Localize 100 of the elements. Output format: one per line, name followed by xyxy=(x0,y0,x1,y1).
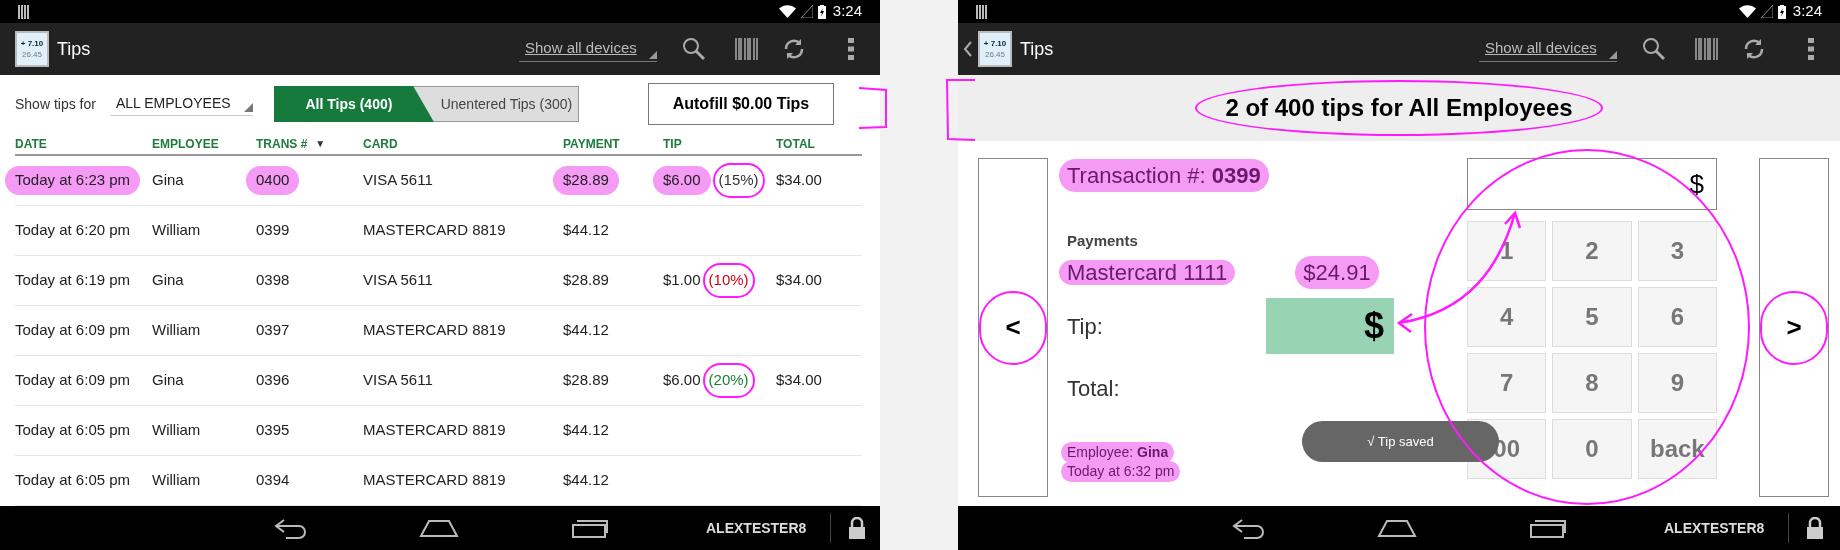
filter-tab[interactable]: All Tips (400) xyxy=(273,86,434,122)
table-cell-text: William xyxy=(152,420,201,441)
payment-card: Mastercard 1111 xyxy=(1059,259,1236,285)
search-icon[interactable] xyxy=(682,37,706,61)
column-header: TOTAL xyxy=(776,135,815,153)
table-cell-text: $28.89 xyxy=(563,270,609,291)
wifi-icon xyxy=(778,5,796,18)
battery-icon xyxy=(817,4,826,19)
table-cell-text: VISA 5611 xyxy=(363,170,433,191)
total-label: Total: xyxy=(1067,374,1120,403)
app-title: Tips xyxy=(57,37,91,61)
filter-label: Show tips for xyxy=(15,94,96,114)
employee-dropdown[interactable]: ALL EMPLOYEES xyxy=(109,92,253,116)
keypad-key[interactable]: 8 xyxy=(1552,353,1632,413)
next-button[interactable]: > xyxy=(1759,158,1829,497)
logo-text: 26.45 xyxy=(22,50,42,59)
user-name: ALEXTESTER8 xyxy=(1664,518,1765,538)
barcode-icon[interactable] xyxy=(735,38,759,60)
keypad-key[interactable]: 7 xyxy=(1467,353,1547,413)
summary-title: 2 of 400 tips for All Employees xyxy=(1195,80,1603,136)
refresh-icon[interactable] xyxy=(1742,37,1766,61)
table-cell-text: MASTERCARD 8819 xyxy=(363,320,506,341)
recent-apps-icon[interactable] xyxy=(570,518,610,538)
annotation-bracket xyxy=(946,79,976,141)
table-cell-text: VISA 5611 xyxy=(363,270,433,291)
table-cell-text: Gina xyxy=(152,370,184,391)
keypad-key[interactable]: 9 xyxy=(1637,353,1717,413)
barcode-icon[interactable] xyxy=(1695,38,1719,60)
previous-button[interactable]: < xyxy=(978,158,1048,497)
home-icon[interactable] xyxy=(1377,519,1417,537)
back-chevron-icon[interactable] xyxy=(963,41,973,57)
refresh-icon[interactable] xyxy=(782,37,806,61)
lock-icon[interactable] xyxy=(849,517,866,539)
dropdown-arrow-icon[interactable] xyxy=(1609,51,1617,59)
table-cell: Today at 6:23 pm xyxy=(5,166,141,195)
amount-input[interactable]: $ xyxy=(1467,158,1717,210)
table-cell-text: $34.00 xyxy=(776,170,822,191)
autofill-button[interactable]: Autofill $0.00 Tips xyxy=(647,83,834,125)
clock: 3:24 xyxy=(832,1,862,22)
table-cell-text: William xyxy=(152,220,201,241)
payment-amount: $24.91 xyxy=(1295,255,1379,289)
column-header: CARD xyxy=(363,135,398,153)
keypad-key[interactable]: 0 xyxy=(1552,419,1632,479)
table-cell-text: $6.00 xyxy=(663,370,701,391)
table-cell-text: $44.12 xyxy=(563,320,609,341)
device-filter-dropdown[interactable]: Show all devices xyxy=(519,36,657,62)
table-cell: $6.00 xyxy=(653,166,711,195)
table-cell-text: Today at 6:05 pm xyxy=(15,420,131,441)
tip-input[interactable]: $ xyxy=(1266,298,1394,354)
table-cell-text: William xyxy=(152,320,201,341)
user-name: ALEXTESTER8 xyxy=(706,518,807,538)
sort-indicator[interactable]: ▼ xyxy=(315,136,326,151)
table-cell-text: 0395 xyxy=(256,420,290,441)
transaction-time: Today at 6:32 pm xyxy=(1061,461,1181,482)
table-cell-text: William xyxy=(152,470,201,491)
keypad-key[interactable]: 2 xyxy=(1552,221,1632,281)
table-cell-text: 0399 xyxy=(256,220,290,241)
table-cell-text: Gina xyxy=(152,170,184,191)
table-cell-text: 0394 xyxy=(256,470,290,491)
table-cell-text: $44.12 xyxy=(563,470,609,491)
overflow-menu-icon[interactable] xyxy=(1808,38,1814,60)
table-cell-text: $1.00 xyxy=(663,270,701,291)
dropdown-arrow-icon[interactable] xyxy=(243,103,253,112)
device-filter-dropdown[interactable]: Show all devices xyxy=(1479,36,1617,62)
keypad-key[interactable]: 6 xyxy=(1637,287,1717,347)
table-cell-text: 0396 xyxy=(256,370,290,391)
table-cell-text: $44.12 xyxy=(563,220,609,241)
recent-apps-icon[interactable] xyxy=(1528,518,1568,538)
app-title: Tips xyxy=(1020,37,1054,61)
notification-icon xyxy=(18,4,30,19)
employee-label: Employee: Gina xyxy=(1061,442,1175,463)
filter-tab[interactable]: Unentered Tips (300) xyxy=(412,86,579,122)
table-cell-text: 0397 xyxy=(256,320,290,341)
overflow-menu-icon[interactable] xyxy=(848,38,854,60)
column-header[interactable]: TRANS # xyxy=(256,134,308,153)
keypad-key[interactable]: 5 xyxy=(1552,287,1632,347)
clock: 3:24 xyxy=(1792,1,1822,22)
home-icon[interactable] xyxy=(419,519,459,537)
table-cell-text: Today at 6:09 pm xyxy=(15,320,131,341)
table-cell-text: Today at 6:09 pm xyxy=(15,370,131,391)
signal-icon xyxy=(1760,5,1773,18)
column-header: DATE xyxy=(15,135,47,153)
table-cell-text: $28.89 xyxy=(563,370,609,391)
table-cell-text: Today at 6:05 pm xyxy=(15,470,131,491)
wifi-icon xyxy=(1738,5,1756,18)
logo-text: 26.45 xyxy=(985,50,1005,59)
table-cell-text: MASTERCARD 8819 xyxy=(363,420,506,441)
table-cell-text: $44.12 xyxy=(563,420,609,441)
dropdown-arrow-icon[interactable] xyxy=(649,51,657,59)
keypad-key[interactable]: back xyxy=(1637,419,1717,479)
keypad-key[interactable]: 3 xyxy=(1637,221,1717,281)
transaction-number: Transaction #: 0399 xyxy=(1059,158,1269,192)
table-cell-text: Today at 6:20 pm xyxy=(15,220,131,241)
search-icon[interactable] xyxy=(1642,37,1666,61)
table-cell-text: Today at 6:19 pm xyxy=(15,270,131,291)
table-cell-text: MASTERCARD 8819 xyxy=(363,220,506,241)
table-cell: 0400 xyxy=(246,166,300,195)
keypad-key[interactable]: 4 xyxy=(1467,287,1547,347)
lock-icon[interactable] xyxy=(1807,517,1824,539)
column-header: EMPLOYEE xyxy=(152,135,219,153)
